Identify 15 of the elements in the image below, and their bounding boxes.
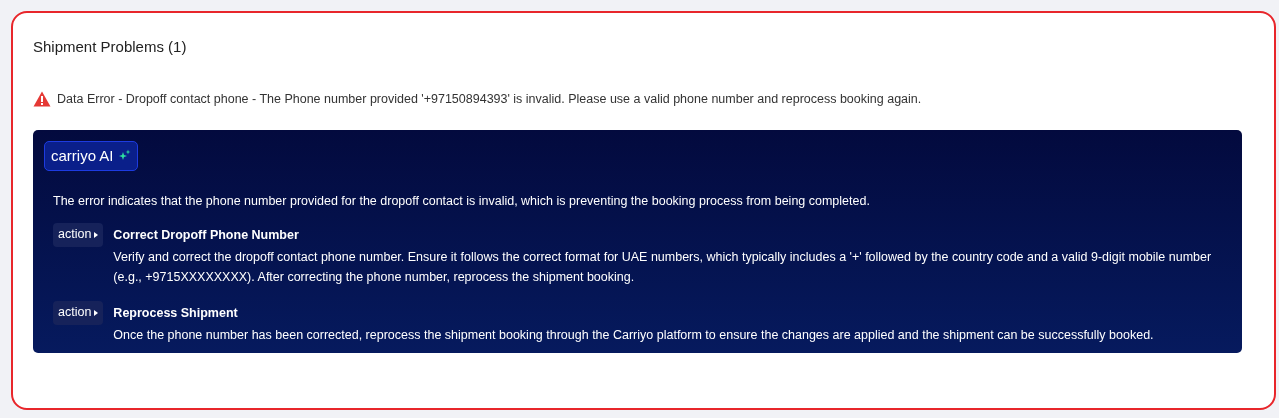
ai-summary: The error indicates that the phone number provided for the dropoff contact is invalid, which is preventing the booking process from being completed. [53, 192, 871, 210]
badge-label: carriyo AI [51, 145, 114, 166]
action-description: Verify and correct the dropoff contact phone number. Ensure it follows the correct format for UAE numbers, which typically includes a '+' followed by the country code and a valid 9-digit mobile number (e.g., +9715XXXXXXXX). After correcting the phone number, reprocess the shipment booking. [113, 248, 1213, 286]
action-title: Correct Dropoff Phone Number [113, 226, 300, 244]
error-message: Data Error - Dropoff contact phone - The Phone number provided '+97150894393' is invalid. Please use a valid phone number and reprocess booking again. [57, 91, 922, 108]
action-tag[interactable]: action [53, 300, 104, 325]
tag-label: action [58, 226, 92, 244]
caret-icon [94, 309, 99, 316]
tag-label: action [58, 304, 92, 322]
action-description: Once the phone number has been corrected, reprocess the shipment booking through the Carriyo platform to ensure the changes are applied and the shipment can be successfully booked. [113, 326, 1154, 344]
caret-icon [94, 231, 99, 238]
warning-icon [33, 91, 51, 108]
card-title: Shipment Problems (1) [33, 37, 188, 57]
action-tag[interactable]: action [53, 222, 104, 247]
action-title: Reprocess Shipment [113, 304, 239, 322]
